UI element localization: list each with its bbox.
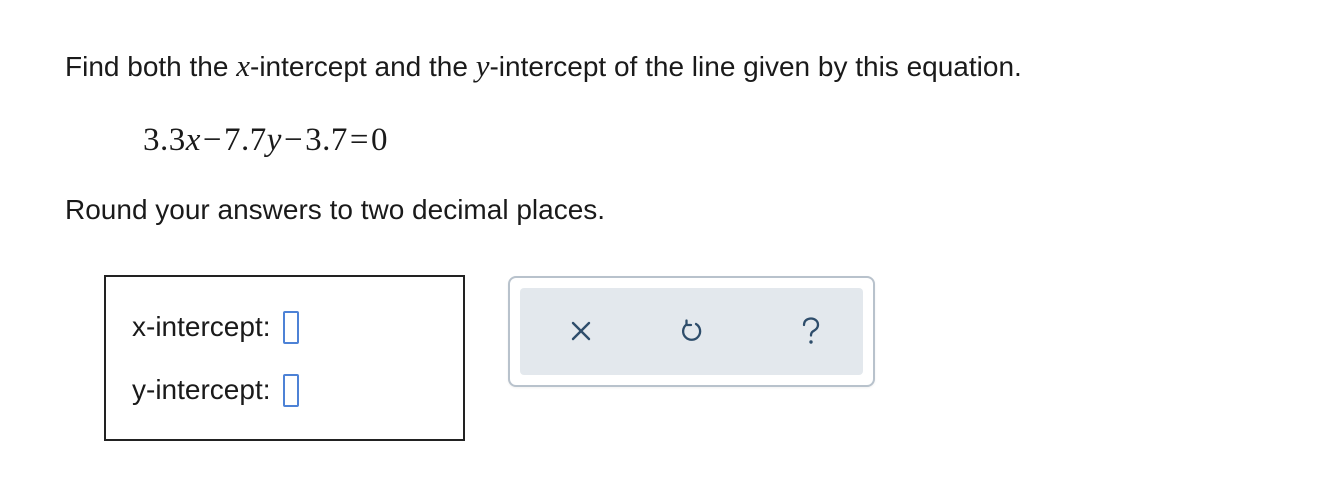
equation-variable-y: y (266, 122, 282, 158)
equation-rhs: 0 (370, 122, 388, 158)
x-intercept-label: x-intercept: (132, 311, 271, 342)
answer-toolbar (508, 276, 875, 387)
equation-operator-minus: − (202, 122, 223, 158)
undo-button[interactable] (671, 311, 711, 351)
variable-y: y (475, 48, 490, 83)
y-intercept-input[interactable] (282, 373, 299, 407)
toolbar-panel (520, 288, 863, 375)
x-intercept-input[interactable] (282, 310, 299, 344)
answer-box: x-intercept: y-intercept: (104, 275, 465, 441)
equation-coefficient-x: 3.3 (143, 122, 186, 158)
equation-equals: = (349, 122, 369, 158)
y-intercept-row: y-intercept: (132, 372, 299, 408)
undo-icon (681, 319, 702, 341)
instruction-text: Round your answers to two decimal places… (65, 194, 606, 225)
equation-operator-minus: − (283, 122, 304, 158)
equation: 3.3x−7.7y−3.7=0 (143, 118, 388, 162)
equation-constant: 3.7 (305, 122, 348, 158)
question-middle: -intercept and the (250, 51, 476, 82)
clear-button[interactable] (561, 311, 601, 351)
equation-coefficient-y: 7.7 (224, 122, 267, 158)
question-prefix: Find both the (65, 51, 237, 82)
question-suffix: -intercept of the line given by this equ… (489, 51, 1022, 82)
equation-variable-x: x (185, 122, 201, 158)
y-intercept-label: y-intercept: (132, 374, 271, 405)
variable-x: x (236, 48, 250, 83)
question-text: Find both the x-intercept and the y-inte… (65, 46, 1022, 87)
close-icon (571, 321, 591, 341)
x-intercept-row: x-intercept: (132, 309, 299, 345)
help-button[interactable] (791, 311, 831, 351)
question-mark-icon (802, 317, 820, 344)
